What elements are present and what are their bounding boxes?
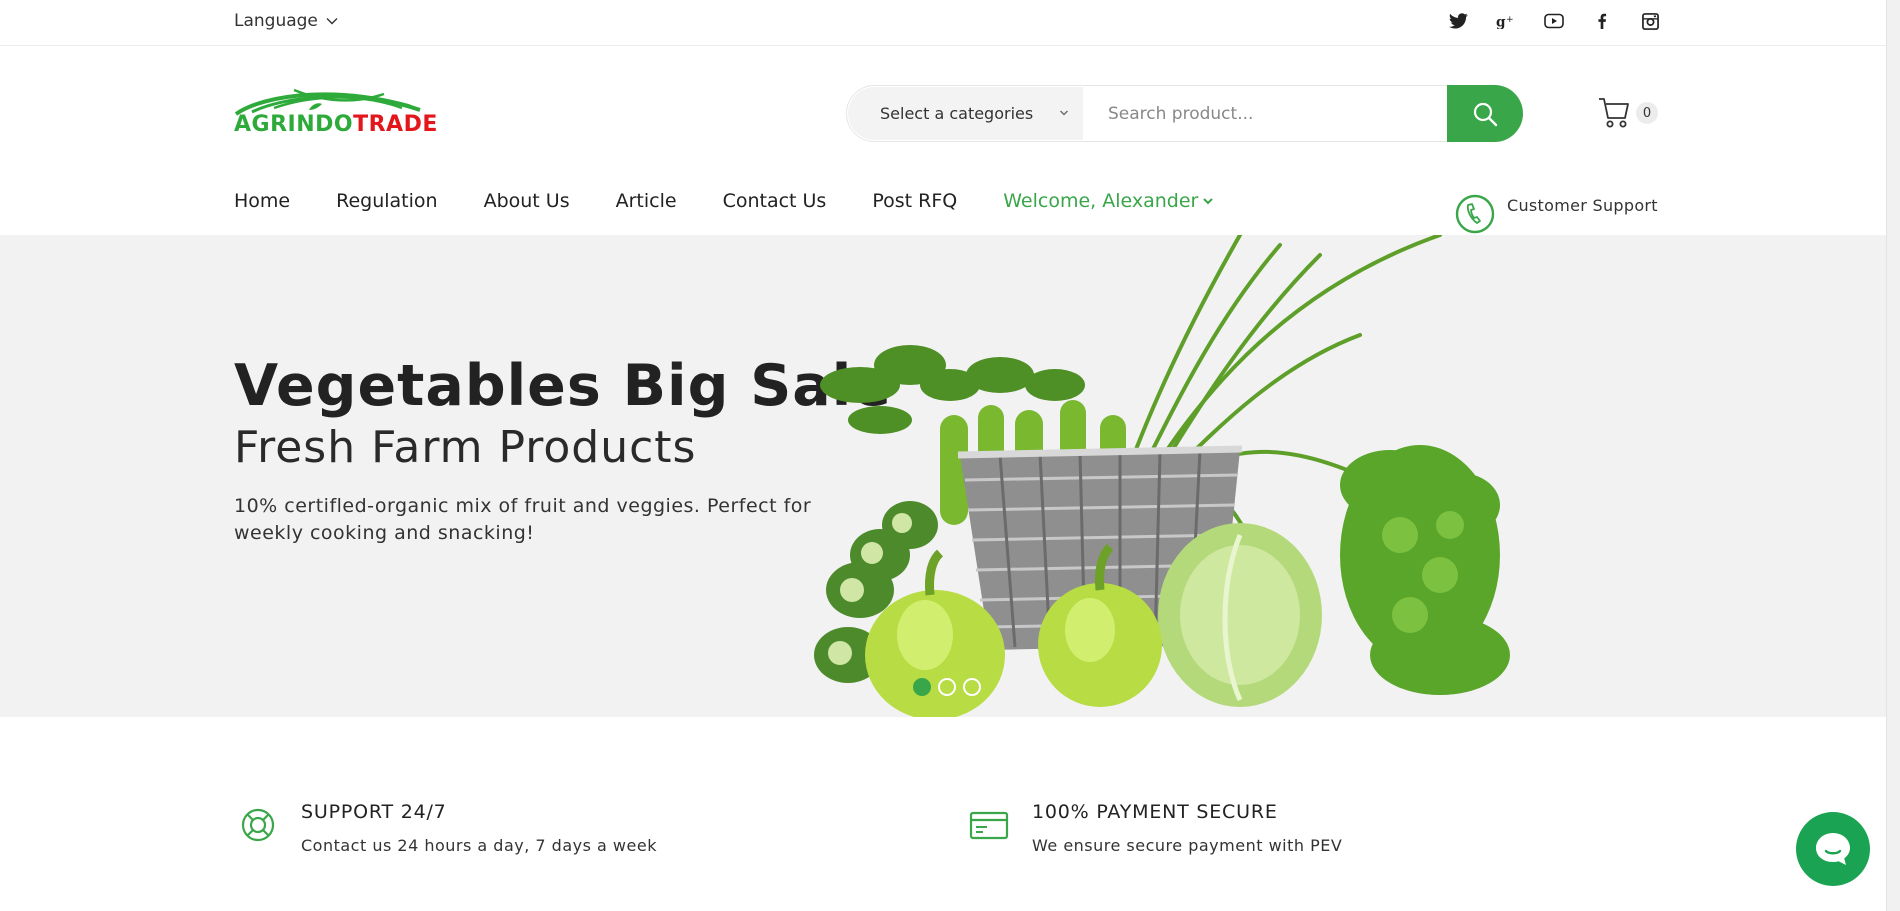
feature-text: Contact us 24 hours a day, 7 days a week <box>301 836 657 855</box>
language-label: Language <box>234 11 318 31</box>
chat-widget-button[interactable] <box>1796 812 1870 886</box>
feature-title: SUPPORT 24/7 <box>301 801 447 823</box>
feature-support: SUPPORT 24/7 Contact us 24 hours a day, … <box>238 801 657 855</box>
svg-text:+: + <box>1506 15 1514 25</box>
hero-subtitle: Fresh Farm Products <box>234 422 697 473</box>
nav-regulation[interactable]: Regulation <box>336 190 437 212</box>
hero-title: Vegetables Big Sale <box>234 353 892 419</box>
top-bar: Language g + <box>0 0 1900 46</box>
logo-text-trade: TRADE <box>353 112 438 137</box>
welcome-label: Welcome, Alexander <box>1003 190 1199 212</box>
lifebuoy-icon <box>241 808 275 842</box>
nav-home[interactable]: Home <box>234 190 290 212</box>
hero-slider: Vegetables Big Sale Fresh Farm Products … <box>0 235 1886 717</box>
phone-support-icon <box>1455 194 1495 234</box>
cart-count-badge: 0 <box>1636 102 1658 124</box>
logo-wordmark: AGRINDOTRADE <box>234 112 438 137</box>
chat-bubble-icon <box>1816 833 1850 865</box>
nav-about-us[interactable]: About Us <box>484 190 570 212</box>
slider-dot-2[interactable] <box>938 678 956 696</box>
chevron-down-icon <box>326 18 338 25</box>
search-icon <box>1473 102 1498 126</box>
credit-card-icon <box>969 811 1009 840</box>
youtube-icon[interactable] <box>1544 11 1564 31</box>
slider-dot-1[interactable] <box>913 678 931 696</box>
slider-dots <box>913 678 981 696</box>
search-button[interactable] <box>1447 85 1523 142</box>
search-bar: Select a categories <box>846 85 1523 142</box>
category-select-label: Select a categories <box>880 104 1034 123</box>
hero-description: 10% certifled-organic mix of fruit and v… <box>234 495 812 544</box>
twitter-icon[interactable] <box>1448 11 1468 31</box>
shopping-cart-icon <box>1599 98 1629 128</box>
customer-support-label: Customer Support <box>1507 196 1658 215</box>
chevron-down-icon <box>1060 110 1068 116</box>
instagram-icon[interactable] <box>1640 11 1660 31</box>
language-selector[interactable]: Language <box>234 11 338 31</box>
nav-contact-us[interactable]: Contact Us <box>723 190 827 212</box>
feature-title: 100% PAYMENT SECURE <box>1032 801 1278 823</box>
vegetables-basket-image <box>814 235 1510 717</box>
main-nav: Home Regulation About Us Article Contact… <box>234 190 1260 212</box>
facebook-icon[interactable] <box>1592 11 1612 31</box>
user-menu[interactable]: Welcome, Alexander <box>1003 190 1214 212</box>
chevron-down-icon <box>1203 198 1214 205</box>
slider-dot-3[interactable] <box>963 678 981 696</box>
logo-text-agrindo: AGRINDO <box>234 112 354 137</box>
feature-text: We ensure secure payment with PEV <box>1032 836 1343 855</box>
category-select[interactable]: Select a categories <box>848 87 1083 140</box>
customer-support[interactable]: Customer Support <box>1455 194 1658 234</box>
feature-payment: 100% PAYMENT SECURE We ensure secure pay… <box>969 801 1342 855</box>
svg-text:g: g <box>1496 14 1506 29</box>
search-input[interactable] <box>1083 87 1447 140</box>
nav-post-rfq[interactable]: Post RFQ <box>872 190 957 212</box>
google-plus-icon[interactable]: g + <box>1496 11 1516 31</box>
page-scrollbar[interactable] <box>1886 0 1900 911</box>
nav-article[interactable]: Article <box>616 190 677 212</box>
site-logo[interactable]: AGRINDOTRADE <box>234 86 437 142</box>
cart-button[interactable] <box>1598 96 1630 130</box>
social-links: g + <box>1448 11 1660 31</box>
